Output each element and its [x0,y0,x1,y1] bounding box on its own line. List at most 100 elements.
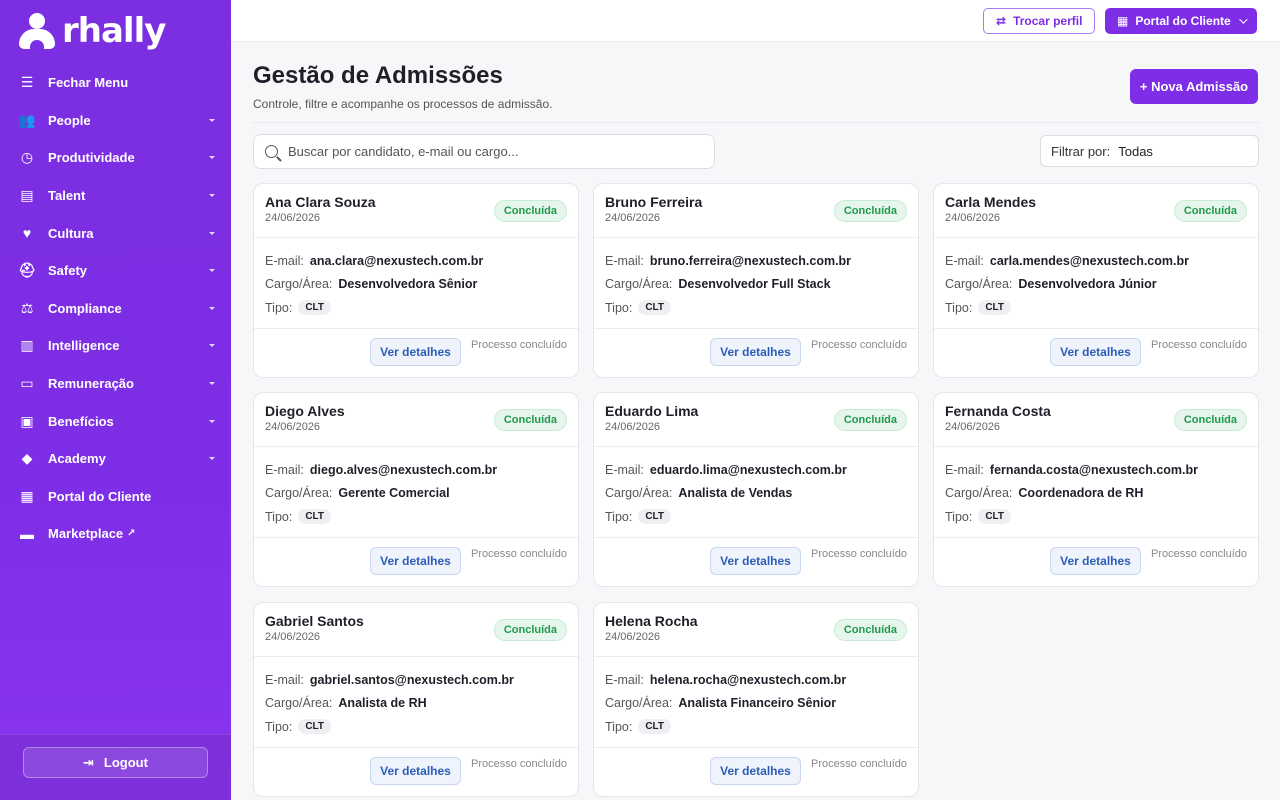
switch-profile-button[interactable]: ⇄ Trocar perfil [983,8,1096,34]
process-status-text: Processo concluído [811,758,907,770]
status-badge: Concluída [1173,409,1247,431]
process-status-text: Processo concluído [471,339,567,351]
type-label: Tipo: [265,300,293,315]
contract-type-chip: CLT [638,300,672,315]
sidebar-item-intelligence[interactable]: ▥ Intelligence [0,327,231,365]
email-row: E-mail: diego.alves@nexustech.com.br [265,463,497,477]
logout-button[interactable]: ⇥ Logout [23,747,208,778]
view-details-button[interactable]: Ver detalhes [710,547,801,575]
logout-label: Logout [103,755,148,770]
admission-date: 24/06/2026 [605,212,661,224]
sidebar-item-people[interactable]: 👥 People [0,102,231,140]
role-value: Analista Financeiro Sênior [678,696,837,710]
process-status-text: Processo concluído [471,548,567,560]
type-row: Tipo: CLT [605,719,672,734]
status-badge: Concluída [1173,200,1247,222]
contract-type-chip: CLT [298,509,332,524]
admission-card: Eduardo Lima 24/06/2026 Concluída E-mail: ed… [593,392,919,587]
view-details-button[interactable]: Ver detalhes [1050,338,1141,366]
scale-icon: ⚖ [20,299,34,316]
type-label: Tipo: [265,509,293,524]
admission-date: 24/06/2026 [265,212,321,224]
chevron-down-icon [209,269,215,273]
role-row: Cargo/Área: Coordenadora de RH [945,486,1143,500]
chevron-down-icon [209,231,215,235]
sidebar-item-label: Portal do Cliente [48,488,152,504]
card-divider [254,656,578,657]
type-row: Tipo: CLT [605,509,672,524]
sidebar-item-marketplace[interactable]: ▬ Marketplace ↗ [0,515,231,553]
new-admission-button[interactable]: + Nova Admissão [1130,69,1258,104]
admission-date: 24/06/2026 [605,421,661,433]
sidebar-item-cultura[interactable]: ♥ Cultura [0,214,231,252]
sidebar-item-label: Academy [48,451,106,467]
candidate-name: Eduardo Lima [605,403,699,419]
candidate-name: Fernanda Costa [945,403,1051,419]
status-badge: Concluída [493,200,567,222]
sidebar-item-label: Fechar Menu [48,75,129,91]
role-row: Cargo/Área: Desenvolvedora Júnior [945,277,1157,291]
users-icon: 👥 [18,111,36,128]
sidebar-item-safety[interactable]: ⛑ Safety [0,252,231,290]
role-row: Cargo/Área: Analista de RH [265,696,427,710]
role-value: Desenvolvedor Full Stack [678,277,831,291]
chevron-down-icon [209,382,215,386]
email-value: helena.rocha@nexustech.com.br [649,673,847,687]
role-value: Gerente Comercial [338,486,450,500]
card-divider [594,237,918,238]
email-label: E-mail: [945,254,984,268]
email-row: E-mail: carla.mendes@nexustech.com.br [945,254,1189,268]
sidebar-item-produtividade[interactable]: ◷ Produtividade [0,139,231,177]
sidebar-item-label: Cultura [48,225,94,241]
role-value: Desenvolvedora Sênior [338,277,478,291]
type-label: Tipo: [605,300,633,315]
status-badge: Concluída [833,409,907,431]
sidebar-item-talent[interactable]: ▤ Talent [0,177,231,215]
view-details-button[interactable]: Ver detalhes [710,757,801,785]
email-label: E-mail: [605,463,644,477]
admission-card: Fernanda Costa 24/06/2026 Concluída E-mail:… [933,392,1259,587]
heart-icon: ♥ [22,225,32,242]
view-details-button[interactable]: Ver detalhes [710,338,801,366]
admission-card: Helena Rocha 24/06/2026 Concluída E-mail: he… [593,602,919,797]
contract-type-chip: CLT [298,719,332,734]
status-badge: Concluída [833,200,907,222]
email-value: diego.alves@nexustech.com.br [309,463,498,477]
sidebar-item-fechar-menu[interactable]: ☰ Fechar Menu [0,64,231,102]
list-icon: ▤ [20,187,34,204]
view-details-button[interactable]: Ver detalhes [370,757,461,785]
topbar: ⇄ Trocar perfil ▦ Portal do Cliente [231,0,1280,42]
role-row: Cargo/Área: Desenvolvedor Full Stack [605,277,831,291]
portal-dropdown-button[interactable]: ▦ Portal do Cliente [1105,8,1257,34]
sidebar-item-academy[interactable]: ◆ Academy [0,440,231,478]
role-label: Cargo/Área: [605,696,673,710]
type-row: Tipo: CLT [945,300,1012,315]
sidebar-item-benefícios[interactable]: ▣ Benefícios [0,402,231,440]
sidebar-item-label: People [48,112,91,128]
sidebar-item-remuneração[interactable]: ▭ Remuneração [0,365,231,403]
card-divider [934,446,1258,447]
brand-name: rhally [62,11,166,51]
search-input[interactable] [288,144,688,159]
brand-logo[interactable]: rhally [18,11,166,51]
logout-icon: ⇥ [83,754,94,770]
sidebar-item-portal-do-cliente[interactable]: ▦ Portal do Cliente [0,478,231,516]
chevron-down-icon [1238,15,1248,24]
candidate-name: Gabriel Santos [265,613,364,629]
process-status-text: Processo concluído [811,548,907,560]
role-row: Cargo/Área: Analista de Vendas [605,486,792,500]
sidebar-item-label: Safety [48,263,88,279]
candidate-name: Bruno Ferreira [605,194,703,210]
view-details-button[interactable]: Ver detalhes [370,547,461,575]
chevron-down-icon [209,457,215,461]
chevron-down-icon [209,118,215,122]
card-divider [594,656,918,657]
email-row: E-mail: bruno.ferreira@nexustech.com.br [605,254,851,268]
view-details-button[interactable]: Ver detalhes [1050,547,1141,575]
menu-icon: ☰ [20,74,34,91]
gift-icon: ▣ [20,412,34,429]
view-details-button[interactable]: Ver detalhes [370,338,461,366]
process-status-text: Processo concluído [1151,339,1247,351]
status-filter[interactable]: Filtrar por: Todas [1040,135,1259,167]
sidebar-item-compliance[interactable]: ⚖ Compliance [0,290,231,328]
